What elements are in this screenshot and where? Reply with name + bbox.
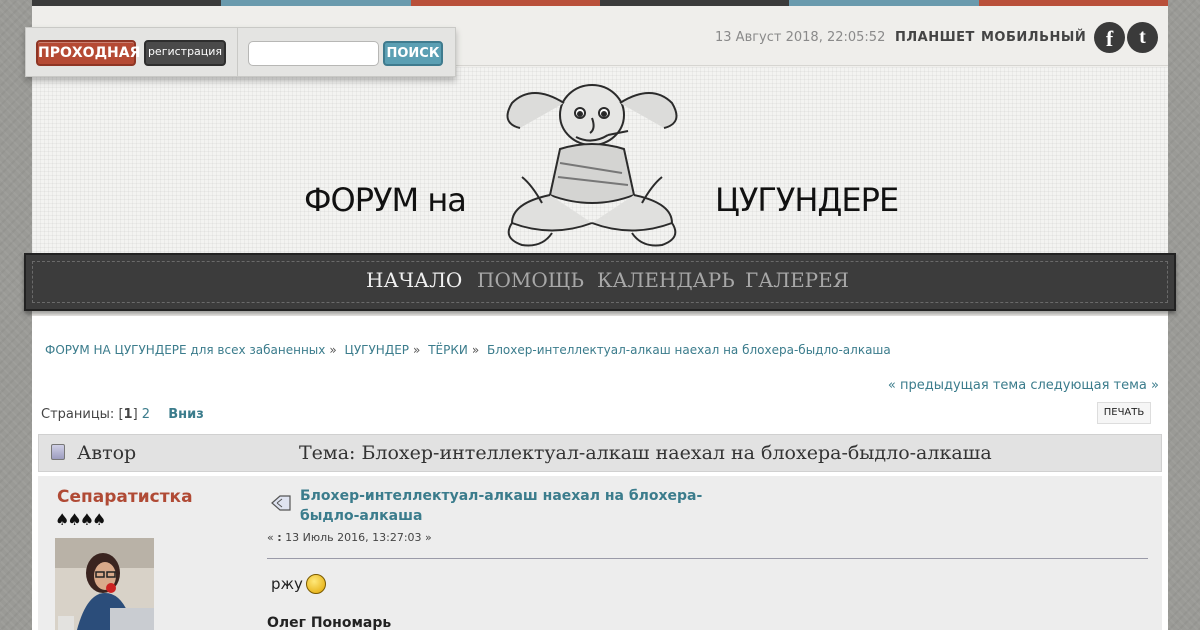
laughing-smiley-icon — [306, 574, 326, 594]
post-body-text: ржу — [271, 575, 303, 593]
post-date-value: 13 Июль 2016, 13:27:03 » — [281, 531, 432, 544]
breadcrumb-separator: » — [471, 343, 480, 357]
previous-topic-link[interactable]: « предыдущая тема — [888, 378, 1026, 393]
breadcrumb-separator: » — [329, 343, 337, 357]
next-topic-link[interactable]: следующая тема » — [1030, 378, 1159, 393]
post-signature: Олег Пономарь — [267, 615, 392, 630]
breadcrumb-topic[interactable]: Блохер-интеллектуал-алкаш наехал на блох… — [487, 343, 891, 357]
main-content: ФОРУМ НА ЦУГУНДЕРЕ для всех забаненных» … — [32, 316, 1168, 630]
facebook-icon[interactable]: f — [1094, 22, 1125, 53]
breadcrumb-separator: » — [413, 343, 421, 357]
post-date: « : 13 Июль 2016, 13:27:03 » — [267, 531, 432, 544]
post-divider — [267, 558, 1148, 559]
topic-table-header: Автор Тема: Блохер-интеллектуал-алкаш на… — [38, 434, 1162, 472]
breadcrumb-forum[interactable]: ФОРУМ НА ЦУГУНДЕРЕ для всех забаненных — [45, 343, 325, 357]
post-xx-icon — [271, 495, 291, 511]
forum-logo-left: ФОРУМ на — [304, 181, 467, 219]
goblin-mascot-image — [506, 84, 678, 247]
tablet-link[interactable]: ПЛАНШЕТ — [895, 30, 975, 45]
current-datetime: 13 Август 2018, 22:05:52 — [715, 30, 886, 45]
main-nav: НАЧАЛО ПОМОЩЬ КАЛЕНДАРЬ ГАЛЕРЕЯ — [24, 253, 1176, 311]
breadcrumb: ФОРУМ НА ЦУГУНДЕРЕ для всех забаненных» … — [45, 343, 891, 357]
login-button[interactable]: ПРОХОДНАЯ — [36, 40, 140, 66]
twitter-icon[interactable]: t — [1127, 22, 1158, 53]
post-date-prefix: « — [267, 531, 278, 544]
nav-calendar[interactable]: КАЛЕНДАРЬ — [597, 268, 735, 292]
nav-home[interactable]: НАЧАЛО — [366, 268, 462, 292]
current-page: 1 — [123, 407, 133, 422]
forum-logo-right: ЦУГУНДЕРЕ — [715, 181, 899, 219]
forum-header: ФОРУМ на ЦУГУНДЕРЕ — [32, 67, 1168, 253]
search-button[interactable]: ПОИСК — [383, 41, 443, 66]
pagination: Страницы: [1] 2 Вниз — [41, 407, 204, 422]
breadcrumb-category[interactable]: ЦУГУНДЕР — [345, 343, 409, 357]
login-panel: ПРОХОДНАЯ регистрация ПОИСК — [25, 27, 456, 77]
search-input[interactable] — [248, 41, 379, 66]
breadcrumb-board[interactable]: ТЁРКИ — [428, 343, 468, 357]
avatar[interactable] — [55, 538, 154, 630]
post: Сепаратистка ♠♠♠♠ Блохер-интеллектуал-ал… — [38, 476, 1162, 630]
print-button[interactable]: ПЕЧАТЬ — [1097, 402, 1151, 424]
topic-column-header: Тема: Блохер-интеллектуал-алкаш наехал н… — [299, 442, 992, 464]
author-column-header: Автор — [77, 442, 137, 464]
nav-gallery[interactable]: ГАЛЕРЕЯ — [745, 268, 849, 292]
rank-stars: ♠♠♠♠ — [55, 510, 106, 529]
topic-navigation: « предыдущая тема следующая тема » — [888, 378, 1159, 393]
topic-icon — [51, 444, 65, 460]
page: 13 Август 2018, 22:05:52 ПЛАНШЕТ МОБИЛЬН… — [24, 0, 1176, 630]
login-panel-divider — [237, 28, 238, 76]
nav-help[interactable]: ПОМОЩЬ — [477, 268, 584, 292]
poster-name[interactable]: Сепаратистка — [57, 487, 193, 507]
mobile-link[interactable]: МОБИЛЬНЫЙ — [981, 30, 1086, 45]
jump-down-link[interactable]: Вниз — [168, 407, 204, 422]
register-button[interactable]: регистрация — [144, 40, 226, 66]
post-title-link[interactable]: Блохер-интеллектуал-алкаш наехал на блох… — [300, 486, 730, 526]
pages-label: Страницы: — [41, 407, 115, 422]
page-2-link[interactable]: 2 — [142, 407, 150, 422]
avatar-image — [55, 538, 154, 630]
